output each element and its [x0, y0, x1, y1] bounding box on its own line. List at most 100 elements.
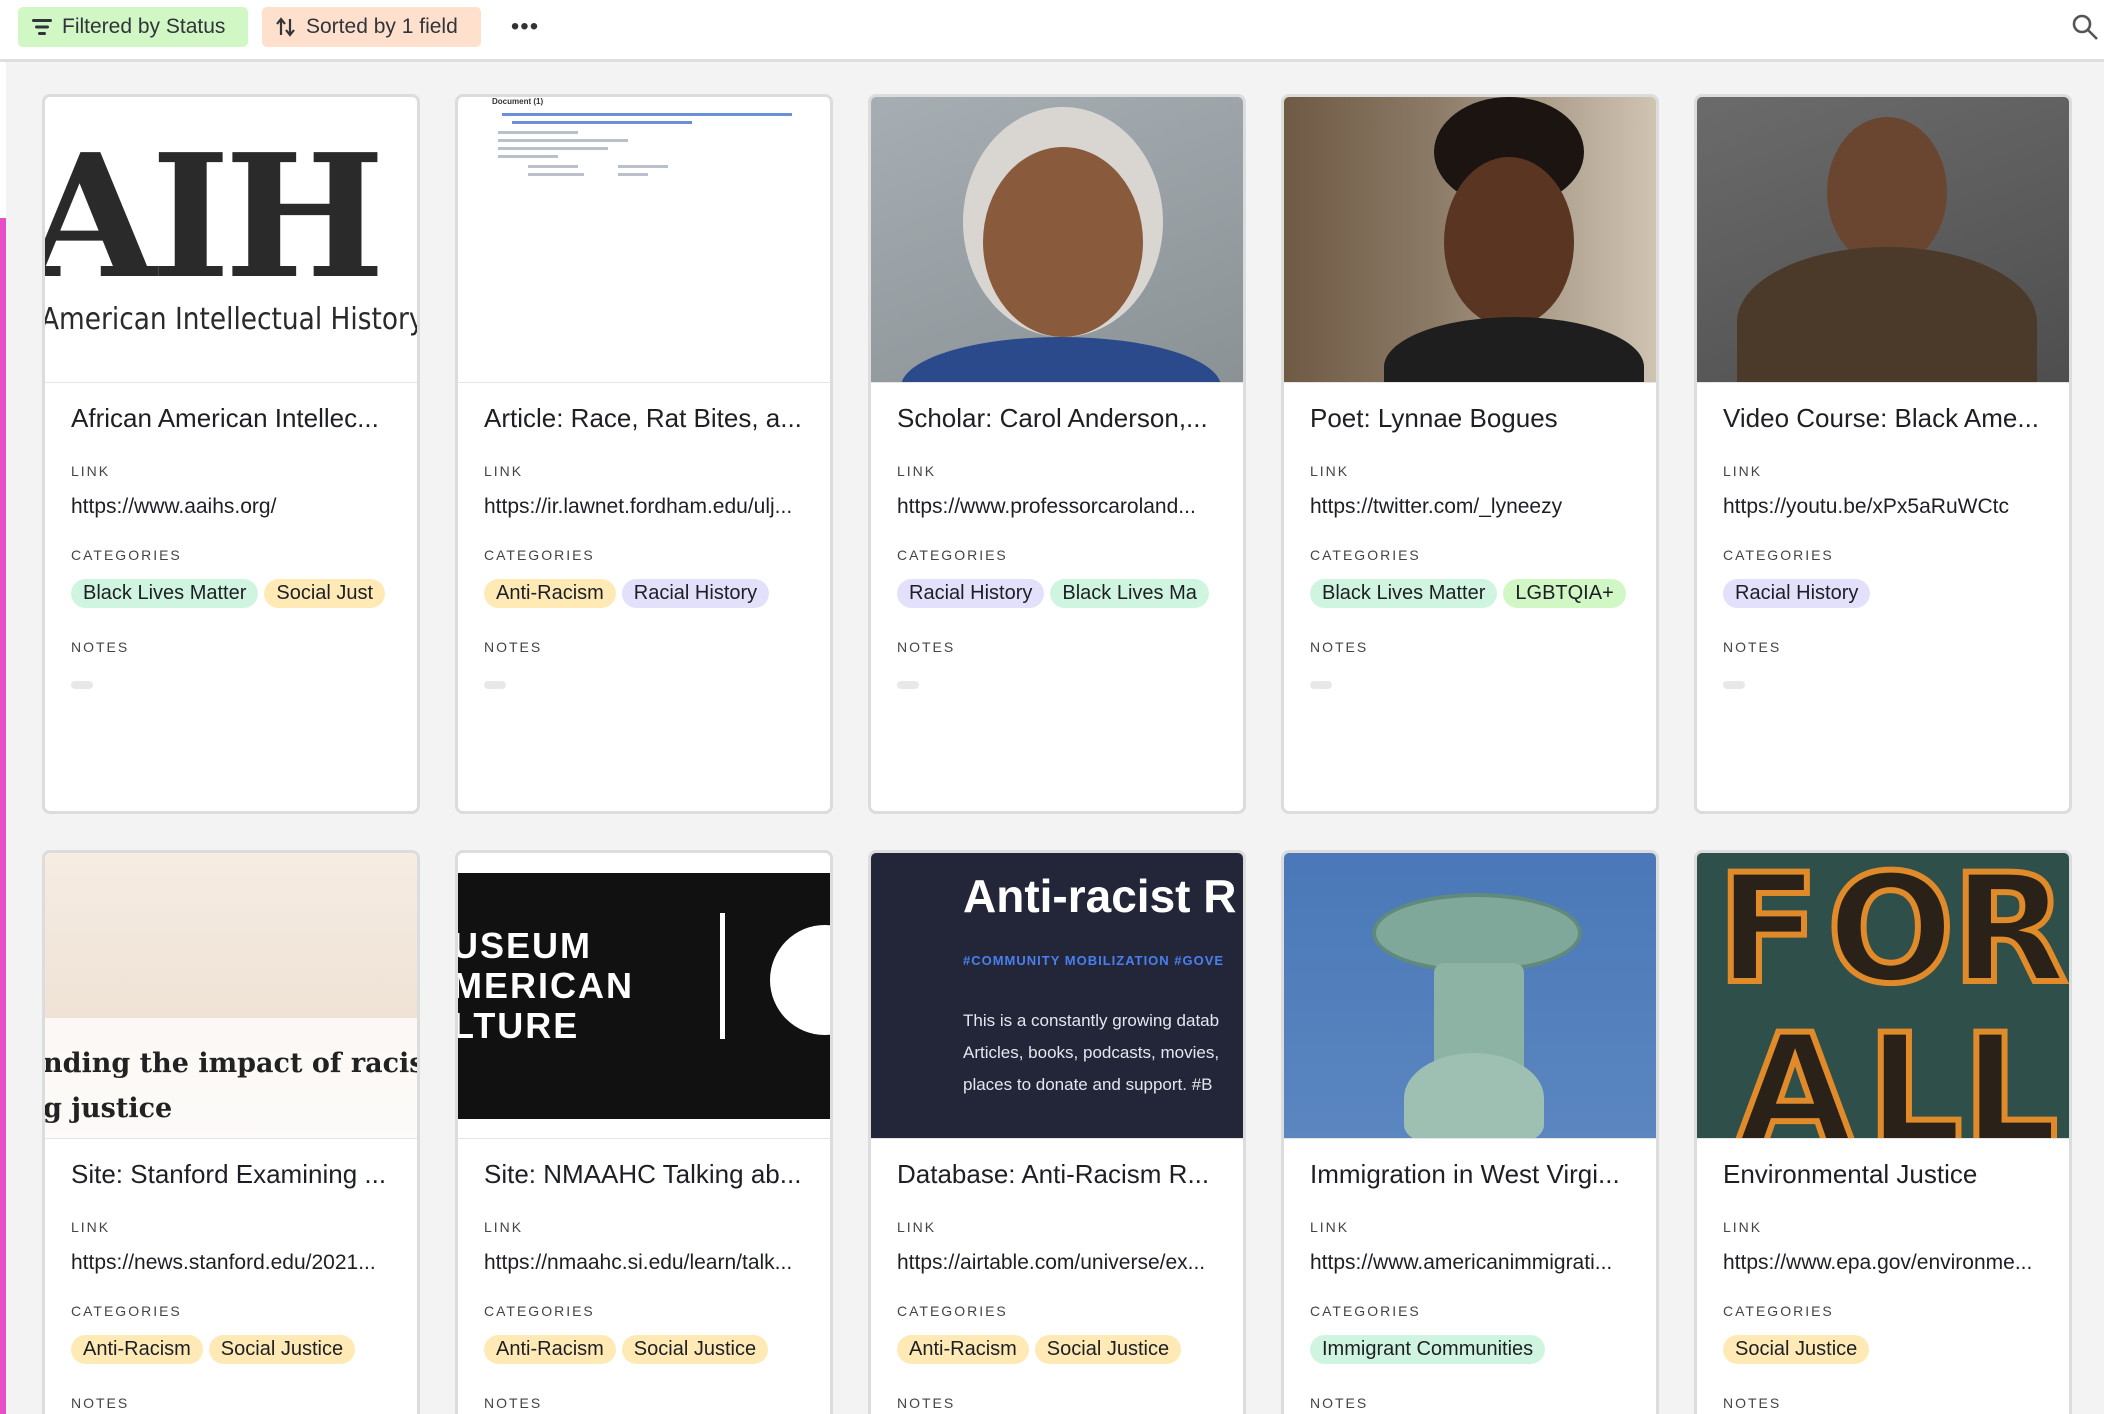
category-tag: Racial History	[897, 579, 1045, 608]
card-cover-image: nding the impact of racism; g justice	[45, 853, 417, 1139]
field-label-notes: NOTES	[1723, 639, 1782, 655]
link-value[interactable]: https://twitter.com/_lyneezy	[1310, 495, 1630, 521]
categories-list: Black Lives Matter LGBTQIA+	[1310, 579, 1630, 613]
notes-empty-value	[1310, 681, 1332, 689]
cover-paragraph: This is a constantly growing datab Articl…	[963, 1011, 1220, 1094]
record-card[interactable]: Poet: Lynnae Bogues LINK https://twitter…	[1281, 94, 1659, 814]
field-label-notes: NOTES	[71, 1395, 130, 1411]
category-tag: Black Lives Matter	[1310, 579, 1498, 608]
category-tag: Immigrant Communities	[1310, 1335, 1546, 1364]
category-tag: Anti-Racism	[484, 579, 616, 608]
categories-list: Racial History	[1723, 579, 2043, 613]
link-value[interactable]: https://airtable.com/universe/ex...	[897, 1251, 1217, 1277]
view-toolbar: Filtered by Status Sorted by 1 field •••	[0, 0, 2104, 62]
field-label-categories: CATEGORIES	[1723, 1303, 1834, 1319]
field-label-link: LINK	[897, 1219, 937, 1235]
sort-button[interactable]: Sorted by 1 field	[262, 7, 481, 47]
link-value[interactable]: https://nmaahc.si.edu/learn/talk...	[484, 1251, 804, 1277]
field-label-notes: NOTES	[484, 639, 543, 655]
notes-empty-value	[897, 681, 919, 689]
categories-list: Immigrant Communities	[1310, 1335, 1630, 1369]
field-label-notes: NOTES	[897, 639, 956, 655]
field-label-link: LINK	[71, 1219, 111, 1235]
record-card[interactable]: AIH American Intellectual History Africa…	[42, 94, 420, 814]
card-cover-image: AIH American Intellectual History	[45, 97, 417, 383]
card-title: African American Intellec...	[71, 403, 379, 433]
notes-empty-value	[71, 681, 93, 689]
field-label-categories: CATEGORIES	[71, 547, 182, 563]
category-tag: Anti-Racism	[484, 1335, 616, 1364]
cover-museum-text: USEUM MERICAN LTURE	[458, 925, 634, 1046]
card-cover-image	[1284, 853, 1656, 1139]
link-value[interactable]: https://news.stanford.edu/2021...	[71, 1251, 391, 1277]
link-value[interactable]: https://www.americanimmigrati...	[1310, 1251, 1630, 1277]
field-label-notes: NOTES	[897, 1395, 956, 1411]
field-label-link: LINK	[1310, 1219, 1350, 1235]
notes-empty-value	[484, 681, 506, 689]
filter-icon	[32, 19, 52, 35]
category-tag: Anti-Racism	[897, 1335, 1029, 1364]
record-card[interactable]: Video Course: Black Ame... LINK https://…	[1694, 94, 2072, 814]
field-label-categories: CATEGORIES	[71, 1303, 182, 1319]
field-label-link: LINK	[71, 463, 111, 479]
categories-list: Anti-Racism Racial History	[484, 579, 804, 613]
field-label-notes: NOTES	[484, 1395, 543, 1411]
more-options-icon[interactable]: •••	[510, 12, 540, 42]
link-value[interactable]: https://www.epa.gov/environme...	[1723, 1251, 2043, 1277]
category-tag: Black Lives Matter	[71, 579, 259, 608]
card-cover-image: Document (1)	[458, 97, 830, 383]
field-label-categories: CATEGORIES	[897, 1303, 1008, 1319]
category-tag: Social Justice	[208, 1335, 356, 1364]
card-cover-image	[871, 97, 1243, 383]
card-title: Poet: Lynnae Bogues	[1310, 403, 1558, 433]
field-label-link: LINK	[484, 463, 524, 479]
gallery-view: AIH American Intellectual History Africa…	[6, 62, 2104, 1414]
cover-text-line: g justice	[45, 1093, 173, 1124]
sort-label: Sorted by 1 field	[306, 15, 458, 38]
card-title: Environmental Justice	[1723, 1159, 1978, 1189]
field-label-categories: CATEGORIES	[1310, 1303, 1421, 1319]
categories-list: Anti-Racism Social Justice	[484, 1335, 804, 1369]
categories-list: Black Lives Matter Social Just	[71, 579, 391, 613]
link-value[interactable]: https://ir.lawnet.fordham.edu/ulj...	[484, 495, 804, 521]
categories-list: Anti-Racism Social Justice	[71, 1335, 391, 1369]
record-card[interactable]: nding the impact of racism; g justice Si…	[42, 850, 420, 1414]
filter-label: Filtered by Status	[62, 15, 226, 38]
field-label-categories: CATEGORIES	[897, 547, 1008, 563]
link-value[interactable]: https://youtu.be/xPx5aRuWCtc	[1723, 495, 2043, 521]
record-card[interactable]: USEUM MERICAN LTURE Site: NMAAHC Talking a…	[455, 850, 833, 1414]
cover-logo-subtitle: American Intellectual History	[45, 302, 417, 337]
cover-logo-text: AIH	[45, 117, 385, 317]
category-tag: Social Justice	[621, 1335, 769, 1364]
link-value[interactable]: https://www.aaihs.org/	[71, 495, 391, 521]
category-tag: Racial History	[1723, 579, 1871, 608]
card-title: Video Course: Black Ame...	[1723, 403, 2040, 433]
record-card[interactable]: Document (1) Article: Race, Rat Bites, a…	[455, 94, 833, 814]
category-tag: Social Justice	[1723, 1335, 1870, 1364]
record-card[interactable]: Scholar: Carol Anderson,... LINK https:/…	[868, 94, 1246, 814]
card-cover-image	[1697, 97, 2069, 383]
cover-document-title: Document (1)	[492, 97, 544, 106]
card-cover-image: USEUM MERICAN LTURE	[458, 853, 830, 1139]
link-value[interactable]: https://www.professorcaroland...	[897, 495, 1217, 521]
field-label-link: LINK	[1723, 463, 1763, 479]
cover-text-line: nding the impact of racism;	[45, 1048, 417, 1079]
filter-button[interactable]: Filtered by Status	[18, 7, 248, 47]
record-card[interactable]: Immigration in West Virgi... LINK https:…	[1281, 850, 1659, 1414]
search-icon[interactable]	[2070, 12, 2100, 42]
notes-empty-value	[1723, 681, 1745, 689]
card-cover-image: F O R A LL	[1697, 853, 2069, 1139]
record-card[interactable]: Anti-racist R #COMMUNITY MOBILIZATION #G…	[868, 850, 1246, 1414]
categories-list: Social Justice	[1723, 1335, 2043, 1369]
field-label-categories: CATEGORIES	[484, 1303, 595, 1319]
field-label-notes: NOTES	[1723, 1395, 1782, 1411]
record-card[interactable]: F O R A LL Environmental Justice LINK ht…	[1694, 850, 2072, 1414]
card-title: Database: Anti-Racism R...	[897, 1159, 1210, 1189]
category-tag: Social Just	[264, 579, 386, 608]
category-tag: Racial History	[621, 579, 770, 608]
field-label-link: LINK	[897, 463, 937, 479]
card-title: Site: NMAAHC Talking ab...	[484, 1159, 802, 1189]
field-label-link: LINK	[484, 1219, 524, 1235]
field-label-categories: CATEGORIES	[1310, 547, 1421, 563]
cover-heading: Anti-racist R	[963, 870, 1237, 922]
